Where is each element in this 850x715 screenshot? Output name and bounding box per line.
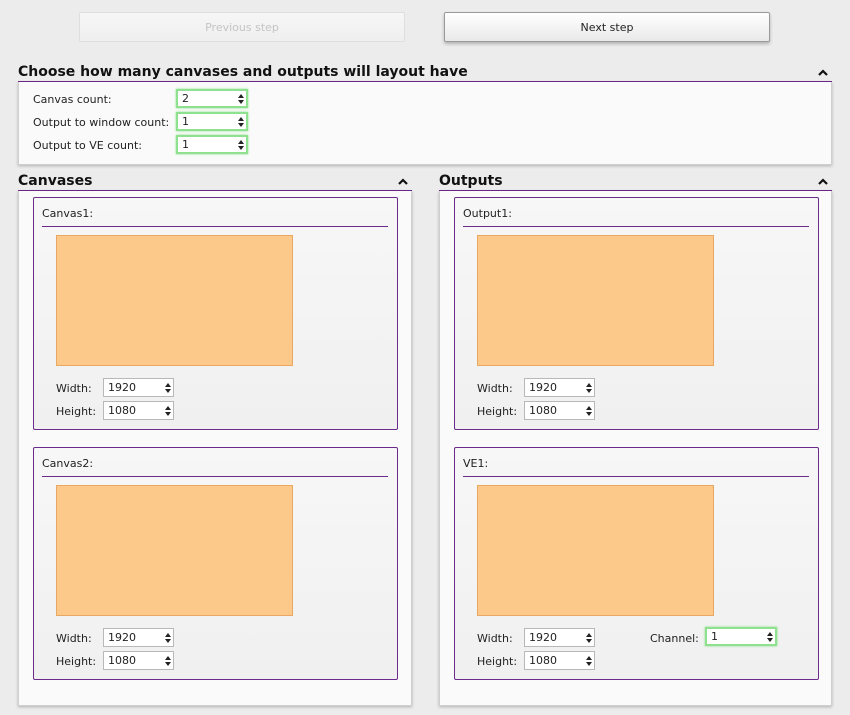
- spin-arrows-icon[interactable]: [235, 137, 246, 152]
- canvas-height-stepper[interactable]: 1080: [103, 651, 174, 670]
- window-output-count-label: Output to window count:: [33, 116, 170, 129]
- previous-step-button[interactable]: Previous step: [79, 12, 405, 42]
- spin-arrows-icon[interactable]: [235, 114, 246, 129]
- height-label: Height:: [477, 655, 518, 668]
- width-label: Width:: [477, 382, 513, 395]
- chevron-up-icon[interactable]: [816, 66, 830, 80]
- canvas-height-stepper[interactable]: 1080: [103, 401, 174, 420]
- spin-arrows-icon[interactable]: [162, 379, 173, 396]
- spin-arrows-icon[interactable]: [162, 402, 173, 419]
- window-output-count-value: 1: [182, 115, 189, 128]
- height-value: 1080: [108, 654, 136, 667]
- outputs-heading: Outputs: [439, 173, 503, 189]
- next-step-button[interactable]: Next step: [444, 12, 770, 42]
- width-value: 1920: [529, 631, 557, 644]
- output-card-1: Output1: Width: 1920 Height: 1080: [454, 197, 819, 430]
- canvas-preview[interactable]: [56, 485, 293, 616]
- canvas-count-label: Canvas count:: [33, 93, 112, 106]
- width-label: Width:: [56, 632, 92, 645]
- canvases-section-title: Canvases: [18, 173, 412, 192]
- ve-height-stepper[interactable]: 1080: [524, 651, 595, 670]
- output-height-stepper[interactable]: 1080: [524, 401, 595, 420]
- layout-section-title: Choose how many canvases and outputs wil…: [18, 64, 832, 83]
- output-name: Output1:: [463, 207, 809, 227]
- canvas-preview[interactable]: [56, 235, 293, 366]
- spin-arrows-icon[interactable]: [583, 629, 594, 646]
- ve-output-count-label: Output to VE count:: [33, 139, 142, 152]
- height-value: 1080: [529, 654, 557, 667]
- height-value: 1080: [529, 404, 557, 417]
- canvas-name: Canvas2:: [42, 457, 388, 477]
- spin-arrows-icon[interactable]: [162, 652, 173, 669]
- canvases-panel: Canvas1: Width: 1920 Height: 1080 Canvas…: [18, 191, 412, 706]
- outputs-section-title: Outputs: [439, 173, 832, 192]
- height-label: Height:: [477, 405, 518, 418]
- width-label: Width:: [477, 632, 513, 645]
- width-value: 1920: [108, 631, 136, 644]
- canvas-count-stepper[interactable]: 2: [176, 89, 248, 108]
- chevron-up-icon[interactable]: [396, 175, 410, 189]
- width-value: 1920: [108, 381, 136, 394]
- canvas-count-value: 2: [182, 92, 189, 105]
- window-output-count-stepper[interactable]: 1: [176, 112, 248, 131]
- canvas-width-stepper[interactable]: 1920: [103, 628, 174, 647]
- output-preview[interactable]: [477, 235, 714, 366]
- width-label: Width:: [56, 382, 92, 395]
- ve-output-count-stepper[interactable]: 1: [176, 135, 248, 154]
- channel-stepper[interactable]: 1: [705, 627, 777, 646]
- spin-arrows-icon[interactable]: [583, 402, 594, 419]
- chevron-up-icon[interactable]: [816, 175, 830, 189]
- canvas-card-2: Canvas2: Width: 1920 Height: 1080: [33, 447, 398, 680]
- channel-label: Channel:: [650, 632, 699, 645]
- layout-settings-panel: Canvas count: 2 Output to window count: …: [18, 82, 832, 165]
- spin-arrows-icon[interactable]: [162, 629, 173, 646]
- height-label: Height:: [56, 405, 97, 418]
- ve-width-stepper[interactable]: 1920: [524, 628, 595, 647]
- ve-card-1: VE1: Width: 1920 Channel: 1 Height: 1080: [454, 447, 819, 680]
- canvas-card-1: Canvas1: Width: 1920 Height: 1080: [33, 197, 398, 430]
- channel-value: 1: [711, 630, 718, 643]
- spin-arrows-icon[interactable]: [583, 652, 594, 669]
- outputs-panel: Output1: Width: 1920 Height: 1080 VE1: W…: [439, 191, 832, 706]
- spin-arrows-icon[interactable]: [583, 379, 594, 396]
- spin-arrows-icon[interactable]: [764, 629, 775, 644]
- height-value: 1080: [108, 404, 136, 417]
- ve-preview[interactable]: [477, 485, 714, 616]
- width-value: 1920: [529, 381, 557, 394]
- canvas-name: Canvas1:: [42, 207, 388, 227]
- canvas-width-stepper[interactable]: 1920: [103, 378, 174, 397]
- ve-name: VE1:: [463, 457, 809, 477]
- ve-output-count-value: 1: [182, 138, 189, 151]
- height-label: Height:: [56, 655, 97, 668]
- output-width-stepper[interactable]: 1920: [524, 378, 595, 397]
- spin-arrows-icon[interactable]: [235, 91, 246, 106]
- canvases-heading: Canvases: [18, 173, 93, 189]
- layout-section-heading: Choose how many canvases and outputs wil…: [18, 64, 468, 80]
